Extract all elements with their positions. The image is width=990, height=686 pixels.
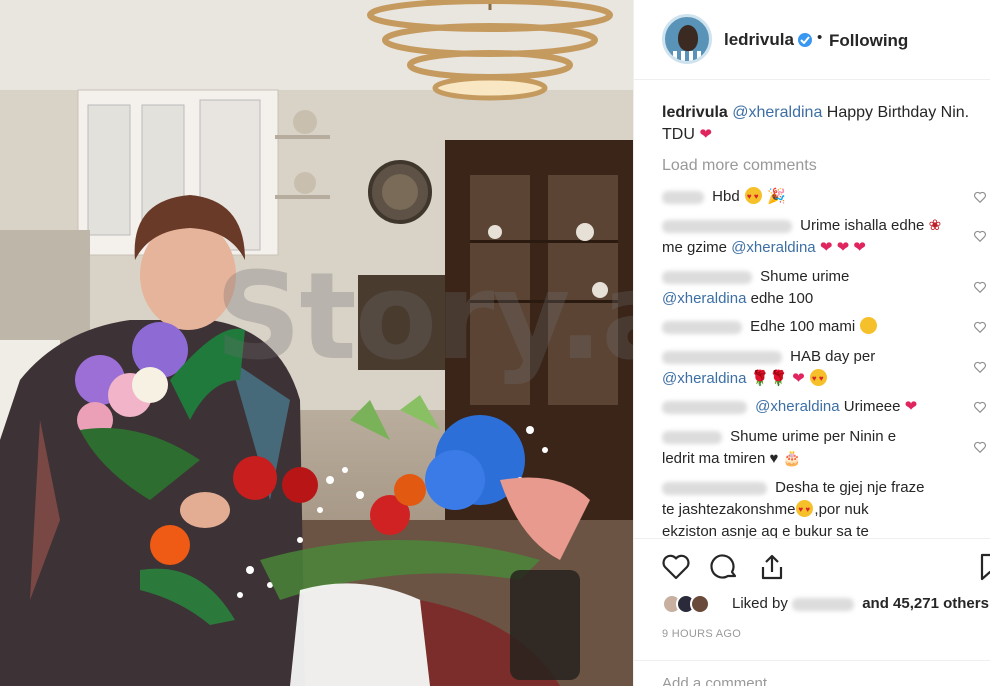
add-comment-input[interactable] bbox=[662, 675, 962, 686]
header-separator: • bbox=[817, 29, 823, 46]
comment-icon[interactable] bbox=[708, 551, 740, 583]
comment-text: Desha te gjej nje fraze bbox=[775, 479, 925, 496]
comment: @xheraldina Urimeee ❤ bbox=[662, 396, 962, 418]
add-comment-bar bbox=[634, 660, 990, 686]
liked-by-count[interactable]: and 45,271 others bbox=[862, 595, 989, 612]
caption-text-2: TDU bbox=[662, 126, 695, 143]
comment-mention[interactable]: @xheraldina bbox=[662, 290, 746, 307]
red-heart-emoji-icon: ❤ bbox=[904, 398, 918, 415]
comment-like-icon[interactable] bbox=[973, 320, 987, 334]
comment: Hbd 🎉 bbox=[662, 186, 962, 208]
bookmark-icon[interactable] bbox=[974, 551, 990, 583]
comment-text: Urime ishalla edhe bbox=[800, 217, 925, 234]
comment-username-blurred[interactable] bbox=[662, 350, 782, 364]
comment-username-blurred[interactable] bbox=[662, 430, 722, 444]
red-heart-emoji-icon: ❤ bbox=[699, 126, 712, 143]
heart-eyes-emoji-icon bbox=[744, 186, 762, 208]
comment-text: Urimeee bbox=[843, 398, 901, 415]
comment-text-2: edhe 100 bbox=[750, 290, 814, 307]
comment-like-icon[interactable] bbox=[973, 360, 987, 374]
comment-like-icon[interactable] bbox=[973, 280, 987, 294]
comment-text-2: te jashtezakonshme bbox=[662, 501, 796, 518]
comment: Shume urime @xheraldina edhe 100 bbox=[662, 266, 962, 310]
comment-text-2: me gzime bbox=[662, 239, 728, 256]
comment-mention[interactable]: @xheraldina bbox=[731, 239, 815, 256]
post-timestamp[interactable]: 9 HOURS AGO bbox=[662, 628, 741, 640]
avatar[interactable] bbox=[662, 14, 712, 64]
post-actions bbox=[634, 538, 990, 594]
comment-mention[interactable]: @xheraldina bbox=[755, 398, 839, 415]
comment-username-blurred[interactable] bbox=[662, 190, 704, 204]
verified-badge-icon bbox=[798, 33, 812, 47]
comment-username-blurred[interactable] bbox=[662, 320, 742, 334]
liked-by-prefix: Liked by bbox=[732, 595, 788, 612]
share-icon[interactable] bbox=[756, 551, 788, 583]
comment: Edhe 100 mami bbox=[662, 316, 962, 338]
comment-username-blurred[interactable] bbox=[662, 400, 747, 414]
liker-avatar bbox=[690, 594, 710, 614]
comment-text: Hbd bbox=[712, 188, 740, 205]
comment-like-icon[interactable] bbox=[973, 190, 987, 204]
caption-mention[interactable]: @xheraldina bbox=[732, 104, 822, 121]
cake-emoji-icon: 🎂 bbox=[782, 450, 802, 467]
comment: Shume urime per Ninin e ledrit ma tmiren… bbox=[662, 426, 962, 470]
comment: Urime ishalla edhe ❀ me gzime @xheraldin… bbox=[662, 215, 962, 259]
comment: HAB day per @xheraldina 🌹🌹 ❤ bbox=[662, 346, 962, 390]
comment-username-blurred[interactable] bbox=[662, 270, 752, 284]
liked-by[interactable]: Liked by and 45,271 others bbox=[662, 594, 990, 614]
red-heart-emoji-icon: ❤ bbox=[792, 370, 805, 387]
black-heart-emoji-icon: ♥ bbox=[769, 450, 779, 467]
post-photo[interactable]: Story.al bbox=[0, 0, 633, 686]
comment-username-blurred[interactable] bbox=[662, 219, 792, 233]
roses-emoji-icon: 🌹🌹 bbox=[750, 370, 788, 387]
comment-like-icon[interactable] bbox=[973, 229, 987, 243]
comment-text: Shume urime per Ninin e bbox=[730, 428, 897, 445]
heart-eyes-emoji-icon bbox=[809, 368, 827, 390]
comment-text-3: ,por nuk bbox=[814, 501, 869, 518]
comment-like-icon[interactable] bbox=[973, 440, 987, 454]
red-heart-emoji-icon: ❤ ❤ ❤ bbox=[819, 239, 866, 256]
comment-text: Shume urime bbox=[760, 268, 850, 285]
post-sidebar: ledrivula • Following ledrivula @xherald… bbox=[633, 0, 990, 686]
caption-username[interactable]: ledrivula bbox=[662, 104, 728, 121]
post-header: ledrivula • Following bbox=[634, 0, 990, 80]
party-emoji-icon: 🎉 bbox=[767, 188, 786, 205]
liker-username-blurred[interactable] bbox=[792, 597, 855, 611]
comment-text: HAB day per bbox=[790, 348, 876, 365]
caption-text: Happy Birthday Nin. bbox=[826, 104, 970, 121]
comment-like-icon[interactable] bbox=[973, 400, 987, 414]
comment-text-2: ledrit ma tmiren bbox=[662, 450, 766, 467]
like-icon[interactable] bbox=[660, 551, 692, 583]
post-caption: ledrivula @xheraldina Happy Birthday Nin… bbox=[662, 102, 982, 146]
watermark-text: Story.al bbox=[215, 248, 633, 387]
header-username[interactable]: ledrivula bbox=[724, 30, 794, 50]
kiss-emoji-icon bbox=[860, 317, 878, 334]
comment-username-blurred[interactable] bbox=[662, 481, 767, 495]
load-more-comments-button[interactable]: Load more comments bbox=[662, 157, 817, 175]
following-button[interactable]: Following bbox=[829, 31, 908, 51]
heart-eyes-emoji-icon bbox=[796, 499, 814, 521]
comment-text: Edhe 100 mami bbox=[750, 318, 856, 335]
comment-mention[interactable]: @xheraldina bbox=[662, 370, 746, 387]
rose-emoji-icon: ❀ bbox=[928, 217, 942, 234]
comment: Desha te gjej nje fraze te jashtezakonsh… bbox=[662, 477, 962, 543]
